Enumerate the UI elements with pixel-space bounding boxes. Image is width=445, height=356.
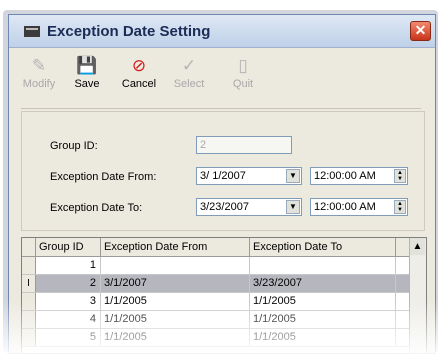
window-title: Exception Date Setting [47, 23, 211, 40]
cancel-button[interactable]: ⊘ Cancel [119, 54, 159, 104]
vertical-scrollbar[interactable]: ▲ [409, 238, 426, 353]
cell-group-id: 5 [36, 329, 101, 346]
cancel-icon: ⊘ [131, 56, 147, 75]
header-date-from[interactable]: Exception Date From [101, 238, 250, 256]
table-row[interactable]: 4 1/1/2005 1/1/2005 [22, 311, 426, 329]
group-id-label: Group ID: [50, 140, 98, 152]
cell-date-to: 3/23/2007 [250, 275, 396, 292]
checkmark-icon: ✓ [181, 56, 197, 75]
modify-button[interactable]: ✎ Modify [19, 54, 59, 104]
date-from-picker[interactable]: 3/ 1/2007 ▼ [196, 167, 302, 185]
time-from-value: 12:00:00 AM [314, 170, 376, 182]
table-row[interactable]: 1 [22, 257, 426, 275]
cell-date-to: 1/1/2005 [250, 311, 396, 328]
time-to-field[interactable]: 12:00:00 AM ▲ ▼ [310, 198, 408, 216]
row-selector[interactable]: I [22, 275, 36, 292]
row-selector[interactable] [22, 311, 36, 328]
details-form: Group ID: 2 Exception Date From: 3/ 1/20… [21, 111, 425, 231]
quit-label: Quit [232, 78, 254, 90]
close-icon: ✕ [414, 22, 427, 38]
toolbar: ✎ Modify 💾 Save ⊘ Cancel ✓ Select ▯ Quit [9, 48, 435, 108]
table-row[interactable]: 3 1/1/2005 1/1/2005 [22, 293, 426, 311]
save-label: Save [74, 78, 100, 90]
table-row[interactable]: 5 1/1/2005 1/1/2005 [22, 329, 426, 347]
cancel-label: Cancel [121, 78, 157, 90]
quit-button[interactable]: ▯ Quit [223, 54, 263, 104]
cell-group-id: 2 [36, 275, 101, 292]
row-selector[interactable] [22, 257, 36, 274]
modify-icon: ✎ [31, 56, 47, 75]
cell-date-from: 1/1/2005 [101, 311, 250, 328]
select-label: Select [173, 78, 205, 90]
header-date-to[interactable]: Exception Date To [250, 238, 396, 256]
save-button[interactable]: 💾 Save [67, 54, 107, 104]
modify-label: Modify [22, 78, 56, 90]
group-id-field[interactable]: 2 [196, 136, 292, 154]
cell-group-id: 3 [36, 293, 101, 310]
cell-date-from: 1/1/2005 [101, 329, 250, 346]
door-icon: ▯ [238, 56, 248, 75]
cell-date-to [250, 257, 396, 274]
date-to-label: Exception Date To: [50, 202, 143, 214]
title-bar[interactable]: Exception Date Setting ✕ [9, 15, 435, 48]
date-to-picker[interactable]: 3/23/2007 ▼ [196, 198, 302, 216]
toolbar-divider [21, 108, 421, 109]
date-to-value: 3/23/2007 [200, 201, 249, 213]
spinner-icon[interactable]: ▲ ▼ [394, 200, 406, 214]
header-group-id[interactable]: Group ID [36, 238, 101, 256]
cell-group-id: 4 [36, 311, 101, 328]
exception-grid[interactable]: Group ID Exception Date From Exception D… [21, 237, 427, 353]
close-button[interactable]: ✕ [410, 21, 431, 41]
date-from-label: Exception Date From: [50, 171, 157, 183]
cell-group-id: 1 [36, 257, 101, 274]
row-selector[interactable] [22, 293, 36, 310]
time-from-field[interactable]: 12:00:00 AM ▲ ▼ [310, 167, 408, 185]
cell-date-to: 1/1/2005 [250, 329, 396, 346]
date-from-value: 3/ 1/2007 [200, 170, 246, 182]
save-icon: 💾 [76, 56, 98, 75]
cell-date-from: 1/1/2005 [101, 293, 250, 310]
chevron-down-icon[interactable]: ▼ [286, 169, 300, 183]
cell-date-from: 3/1/2007 [101, 275, 250, 292]
row-header-corner [22, 238, 36, 256]
table-row-selected[interactable]: I 2 3/1/2007 3/23/2007 [22, 275, 426, 293]
app-icon [24, 26, 40, 37]
cell-date-to: 1/1/2005 [250, 293, 396, 310]
spinner-icon[interactable]: ▲ ▼ [394, 169, 406, 183]
exception-date-window: Exception Date Setting ✕ ✎ Modify 💾 Save… [8, 14, 436, 354]
time-to-value: 12:00:00 AM [314, 201, 376, 213]
select-button[interactable]: ✓ Select [169, 54, 209, 104]
chevron-up-icon[interactable]: ▲ [410, 238, 425, 255]
row-selector[interactable] [22, 329, 36, 346]
cell-date-from [101, 257, 250, 274]
grid-header: Group ID Exception Date From Exception D… [22, 238, 426, 257]
chevron-down-icon[interactable]: ▼ [286, 200, 300, 214]
